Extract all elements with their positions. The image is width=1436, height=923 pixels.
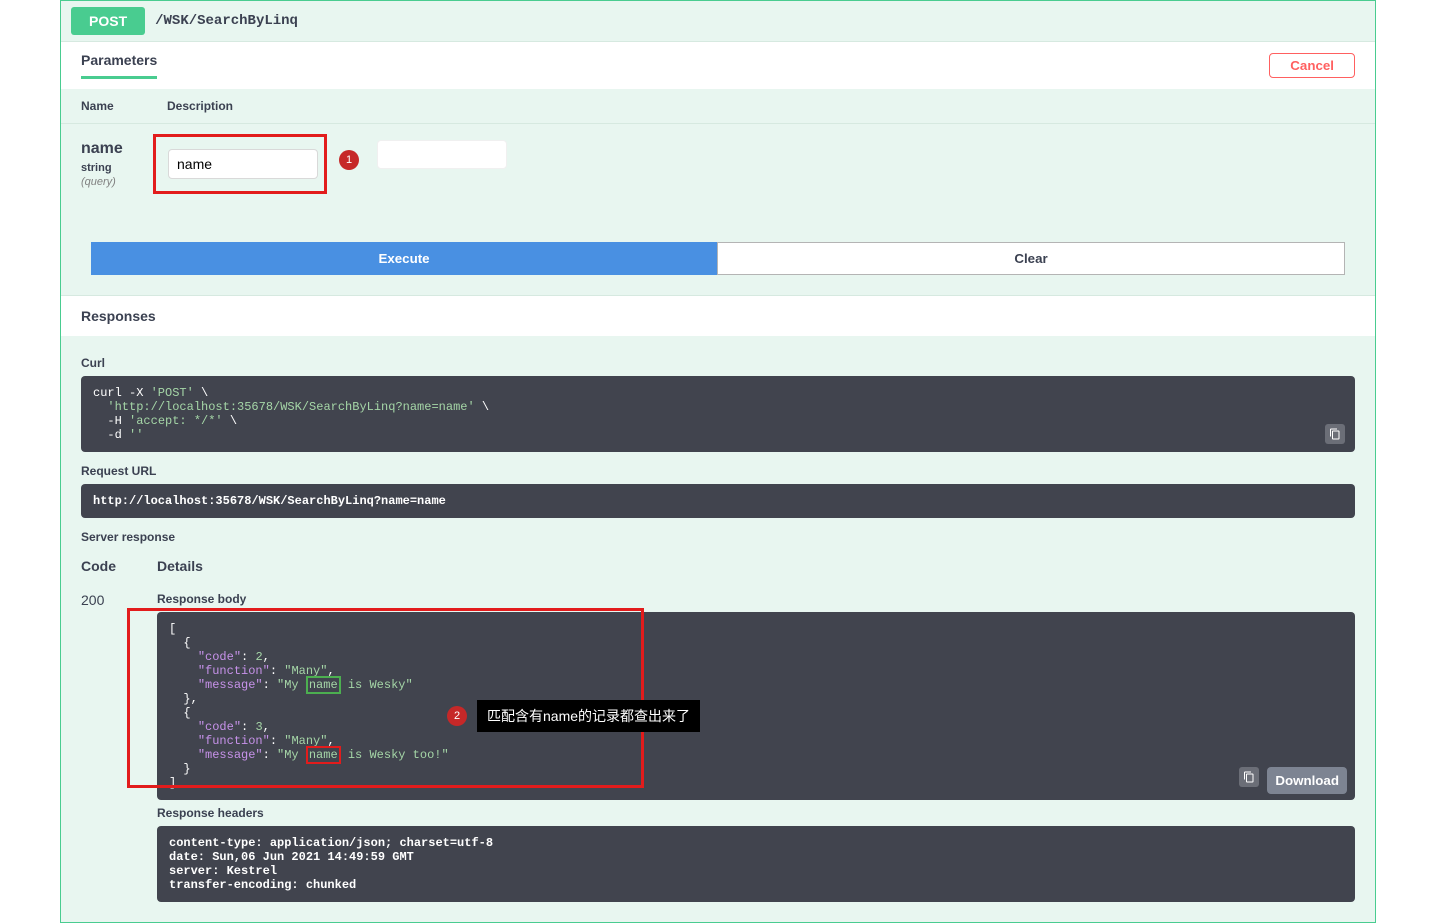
response-body-block[interactable]: [ { "code": 2, "function": "Many", "mess… (157, 612, 1355, 800)
col-header-name: Name (81, 99, 167, 113)
action-buttons: Execute Clear (61, 234, 1375, 295)
response-details: Response body 2 匹配含有name的记录都查出来了 [ { "co… (157, 592, 1355, 902)
annotation-highlight-1 (153, 134, 327, 194)
cancel-button[interactable]: Cancel (1269, 53, 1355, 78)
details-col-header: Details (157, 558, 1355, 574)
parameters-table: Name Description name string (query) 1 (61, 89, 1375, 234)
response-body-wrap: 2 匹配含有name的记录都查出来了 [ { "code": 2, "funct… (157, 612, 1355, 800)
code-col-header: Code (81, 558, 157, 574)
request-url-label: Request URL (81, 464, 1355, 478)
response-headers-label: Response headers (157, 806, 1355, 820)
annotation-2: 2 匹配含有name的记录都查出来了 (447, 700, 700, 732)
swagger-operation-block: POST /WSK/SearchByLinq Parameters Cancel… (60, 0, 1376, 923)
parameters-tab[interactable]: Parameters (81, 52, 157, 79)
parameters-header-row: Name Description (61, 89, 1375, 124)
request-url-block[interactable]: http://localhost:35678/WSK/SearchByLinq?… (81, 484, 1355, 518)
execute-button[interactable]: Execute (91, 242, 717, 275)
curl-label: Curl (81, 356, 1355, 370)
annotation-badge-2: 2 (447, 706, 467, 726)
col-header-description: Description (167, 99, 1355, 113)
server-response-label: Server response (81, 530, 1355, 544)
response-headers-block[interactable]: content-type: application/json; charset=… (157, 826, 1355, 902)
responses-section-header: Responses (61, 295, 1375, 336)
annotation-text-2: 匹配含有name的记录都查出来了 (477, 700, 700, 732)
parameter-input-secondary[interactable] (377, 140, 507, 169)
method-badge: POST (71, 7, 145, 35)
parameter-value-cell: 1 (167, 140, 1355, 194)
copy-icon[interactable] (1325, 424, 1345, 444)
response-content: Curl curl -X 'POST' \ 'http://localhost:… (61, 336, 1375, 922)
parameter-row: name string (query) 1 (61, 124, 1375, 234)
endpoint-path: /WSK/SearchByLinq (155, 13, 298, 29)
endpoint-header[interactable]: POST /WSK/SearchByLinq (61, 1, 1375, 41)
response-body-label: Response body (157, 592, 1355, 606)
annotation-badge-1: 1 (339, 150, 359, 170)
download-button[interactable]: Download (1267, 767, 1347, 794)
parameter-input[interactable] (168, 149, 318, 179)
copy-icon[interactable] (1239, 767, 1259, 787)
response-header-row: Code Details (81, 550, 1355, 582)
parameters-tab-bar: Parameters Cancel (61, 41, 1375, 89)
status-code: 200 (81, 592, 157, 902)
response-row: 200 Response body 2 匹配含有name的记录都查出来了 [ {… (81, 582, 1355, 902)
clear-button[interactable]: Clear (717, 242, 1345, 275)
curl-block[interactable]: curl -X 'POST' \ 'http://localhost:35678… (81, 376, 1355, 452)
